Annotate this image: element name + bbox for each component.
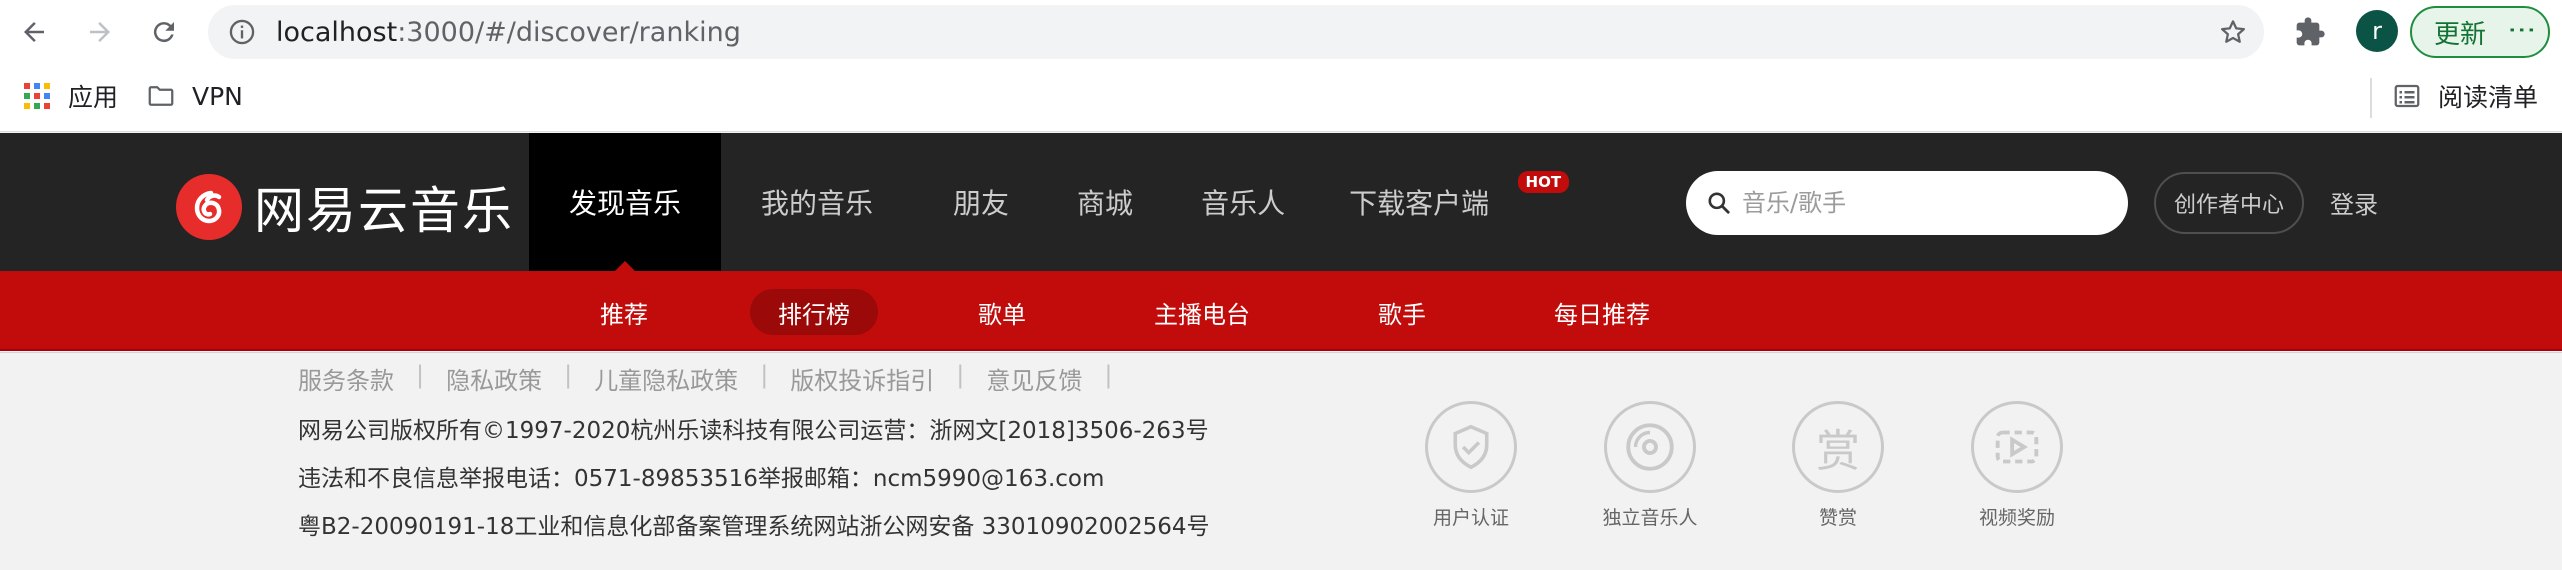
footer-license: 粤B2-20090191-18工业和信息化部备案管理系统网站浙公网安备 3301…: [298, 514, 1210, 540]
apps-grid-icon: [24, 83, 50, 109]
bookmark-vpn-label: VPN: [192, 81, 243, 111]
nav-label: 商城: [1077, 187, 1134, 220]
nav-label: 发现音乐: [569, 187, 682, 220]
bookmarks-divider: [2370, 78, 2372, 118]
badge-video-reward[interactable]: 视频奖励: [1957, 401, 2077, 530]
site-header: 网易云音乐 发现音乐 我的音乐 朋友 商城 音乐人 下载客户端 HOT 创作者中…: [0, 133, 2562, 271]
footer-link-terms[interactable]: 服务条款: [298, 361, 394, 396]
subnav-ranking[interactable]: 排行榜: [750, 289, 878, 335]
url-text[interactable]: localhost:3000/#/discover/ranking: [276, 17, 741, 48]
info-icon[interactable]: [228, 18, 256, 46]
footer-links: 服务条款 | 隐私政策 | 儿童隐私政策 | 版权投诉指引 | 意见反馈 |: [298, 361, 1134, 396]
bookmark-apps-label: 应用: [68, 83, 119, 112]
footer-link-copyright[interactable]: 版权投诉指引: [790, 361, 934, 396]
badge-reward[interactable]: 赏 赞赏: [1778, 401, 1898, 530]
reading-list-label: 阅读清单: [2438, 83, 2539, 112]
subnav-radio[interactable]: 主播电台: [1134, 289, 1270, 335]
nav-discover-music[interactable]: 发现音乐: [529, 133, 722, 271]
top-nav: 发现音乐 我的音乐 朋友 商城 音乐人 下载客户端 HOT: [529, 133, 1570, 271]
login-link[interactable]: 登录: [2330, 185, 2378, 220]
forward-button[interactable]: [80, 12, 120, 52]
search-box[interactable]: [1686, 171, 2128, 235]
arrow-right-icon: [90, 22, 110, 42]
search-input[interactable]: [1742, 189, 2102, 217]
badge-label: 用户认证: [1432, 507, 1509, 529]
hot-badge: HOT: [1517, 171, 1570, 193]
subnav-artists[interactable]: 歌手: [1358, 289, 1446, 335]
badge-label: 赞赏: [1818, 507, 1857, 529]
reload-icon: [153, 22, 174, 43]
subnav-daily[interactable]: 每日推荐: [1534, 289, 1670, 335]
footer-link-child-privacy[interactable]: 儿童隐私政策: [594, 361, 738, 396]
video-play-icon: [1971, 401, 2063, 493]
shield-check-icon: [1425, 401, 1517, 493]
back-button[interactable]: [14, 12, 54, 52]
footer-separator: |: [564, 361, 573, 389]
bookmark-vpn[interactable]: VPN: [146, 76, 243, 116]
nav-label: 我的音乐: [761, 187, 874, 220]
bookmark-apps[interactable]: 应用: [22, 76, 118, 116]
nav-label: 下载客户端: [1349, 187, 1490, 220]
netease-music-logo-icon: [176, 174, 242, 240]
nav-download-client[interactable]: 下载客户端 HOT: [1325, 133, 1570, 271]
search-icon: [1708, 192, 1730, 214]
footer-report: 违法和不良信息举报电话：0571-89853516举报邮箱：ncm5990@16…: [298, 466, 1105, 492]
more-menu-icon[interactable]: ⋮: [2506, 16, 2539, 44]
vinyl-disc-icon: [1604, 401, 1696, 493]
profile-avatar[interactable]: r: [2356, 10, 2398, 52]
footer-separator: |: [956, 361, 965, 389]
update-button[interactable]: 更新 ⋮: [2410, 6, 2550, 58]
address-bar[interactable]: localhost:3000/#/discover/ranking: [208, 5, 2264, 59]
reload-button[interactable]: [144, 12, 184, 52]
logo-text: 网易云音乐: [254, 182, 514, 240]
reading-list-icon: [2394, 84, 2420, 108]
reading-list-button[interactable]: 阅读清单: [2392, 76, 2538, 116]
nav-my-music[interactable]: 我的音乐: [721, 133, 913, 271]
nav-friends[interactable]: 朋友: [913, 133, 1049, 271]
creator-center-button[interactable]: 创作者中心: [2154, 172, 2304, 234]
footer-link-privacy[interactable]: 隐私政策: [446, 361, 542, 396]
arrow-left-icon: [24, 22, 44, 42]
nav-musician[interactable]: 音乐人: [1161, 133, 1325, 271]
reward-icon: 赏: [1792, 401, 1884, 493]
nav-store[interactable]: 商城: [1049, 133, 1161, 271]
nav-label: 音乐人: [1201, 187, 1286, 220]
footer-separator: |: [760, 361, 769, 389]
footer-separator: |: [1104, 361, 1113, 389]
badge-user-verify[interactable]: 用户认证: [1411, 401, 1531, 530]
badge-indie-musician[interactable]: 独立音乐人: [1590, 401, 1710, 530]
footer-copyright: 网易公司版权所有©1997-2020杭州乐读科技有限公司运营：浙网文[2018]…: [298, 418, 1209, 444]
nav-label: 朋友: [953, 187, 1010, 220]
bookmark-star-icon[interactable]: [2218, 17, 2248, 47]
footer-separator: |: [416, 361, 425, 389]
update-label: 更新: [2434, 19, 2487, 50]
site-footer: 服务条款 | 隐私政策 | 儿童隐私政策 | 版权投诉指引 | 意见反馈 | 网…: [0, 352, 2562, 570]
folder-icon: [148, 86, 174, 106]
subnav-recommend[interactable]: 推荐: [580, 289, 668, 335]
footer-link-feedback[interactable]: 意见反馈: [986, 361, 1082, 396]
bookmarks-bar: 应用 VPN 阅读清单: [0, 64, 2562, 132]
badge-label: 视频奖励: [1978, 507, 2055, 529]
browser-toolbar: localhost:3000/#/discover/ranking r 更新 ⋮: [0, 0, 2562, 64]
extensions-puzzle-icon[interactable]: [2294, 16, 2326, 48]
sub-nav: 推荐 排行榜 歌单 主播电台 歌手 每日推荐: [0, 271, 2562, 351]
subnav-playlists[interactable]: 歌单: [958, 289, 1046, 335]
badge-label: 独立音乐人: [1602, 507, 1698, 529]
site-logo[interactable]: 网易云音乐: [176, 171, 514, 243]
